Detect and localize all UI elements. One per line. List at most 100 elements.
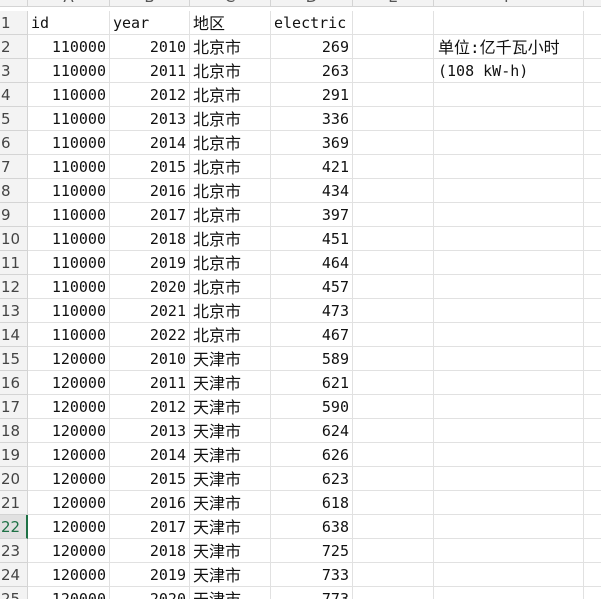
empty-cell[interactable] — [434, 515, 584, 539]
empty-cell[interactable] — [353, 131, 434, 155]
cell-region[interactable]: 北京市 — [190, 275, 271, 299]
cell-year[interactable]: 2020 — [110, 587, 190, 599]
cell-electric[interactable]: 725 — [271, 539, 353, 563]
empty-cell[interactable] — [584, 251, 601, 275]
cell-id[interactable]: 110000 — [28, 107, 110, 131]
empty-cell[interactable] — [434, 227, 584, 251]
empty-cell[interactable] — [584, 395, 601, 419]
empty-cell[interactable] — [353, 203, 434, 227]
row-header[interactable]: 7 — [0, 155, 28, 179]
empty-cell[interactable] — [584, 491, 601, 515]
empty-cell[interactable] — [584, 227, 601, 251]
unit-note-line1[interactable]: 单位:亿千瓦小时 — [434, 35, 584, 59]
cell-id[interactable]: 120000 — [28, 395, 110, 419]
cell-region[interactable]: 天津市 — [190, 419, 271, 443]
row-header[interactable]: 21 — [0, 491, 28, 515]
empty-cell[interactable] — [434, 539, 584, 563]
empty-cell[interactable] — [584, 323, 601, 347]
row-header[interactable]: 25 — [0, 587, 28, 599]
cell-electric[interactable]: 336 — [271, 107, 353, 131]
cell-id[interactable]: 110000 — [28, 203, 110, 227]
cell-id[interactable]: 120000 — [28, 467, 110, 491]
cell-electric[interactable]: 733 — [271, 563, 353, 587]
empty-cell[interactable] — [353, 179, 434, 203]
empty-cell[interactable] — [584, 467, 601, 491]
cell-id[interactable]: 120000 — [28, 587, 110, 599]
cell-id[interactable]: 120000 — [28, 563, 110, 587]
cell-year[interactable]: 2015 — [110, 155, 190, 179]
cell-region[interactable]: 天津市 — [190, 371, 271, 395]
empty-cell[interactable] — [584, 35, 601, 59]
empty-cell[interactable] — [584, 59, 601, 83]
cell-region[interactable]: 天津市 — [190, 563, 271, 587]
empty-cell[interactable] — [584, 179, 601, 203]
row-header[interactable]: 19 — [0, 443, 28, 467]
empty-cell[interactable] — [353, 539, 434, 563]
empty-cell[interactable] — [584, 371, 601, 395]
row-header[interactable]: 4 — [0, 83, 28, 107]
cell-id[interactable]: 110000 — [28, 227, 110, 251]
cell-region[interactable]: 天津市 — [190, 395, 271, 419]
cell-electric[interactable]: 369 — [271, 131, 353, 155]
empty-cell[interactable] — [434, 107, 584, 131]
row-header[interactable]: 15 — [0, 347, 28, 371]
empty-cell[interactable] — [353, 467, 434, 491]
cell-electric[interactable]: 618 — [271, 491, 353, 515]
cell-year[interactable]: 2021 — [110, 299, 190, 323]
cell-region[interactable]: 北京市 — [190, 251, 271, 275]
empty-cell[interactable] — [584, 155, 601, 179]
empty-cell[interactable] — [434, 275, 584, 299]
cell-year[interactable]: 2022 — [110, 323, 190, 347]
cell-electric[interactable]: 269 — [271, 35, 353, 59]
row-header[interactable]: 12 — [0, 275, 28, 299]
cell-region[interactable]: 北京市 — [190, 107, 271, 131]
empty-cell[interactable] — [584, 515, 601, 539]
empty-cell[interactable] — [434, 251, 584, 275]
empty-cell[interactable] — [434, 179, 584, 203]
cell-year[interactable]: 2018 — [110, 539, 190, 563]
empty-cell[interactable] — [434, 587, 584, 599]
empty-cell[interactable] — [353, 587, 434, 599]
cell-electric[interactable]: 621 — [271, 371, 353, 395]
cell-year[interactable]: 2014 — [110, 443, 190, 467]
empty-cell[interactable] — [353, 107, 434, 131]
row-header[interactable]: 18 — [0, 419, 28, 443]
empty-cell[interactable] — [434, 467, 584, 491]
empty-cell[interactable] — [434, 203, 584, 227]
empty-cell[interactable] — [584, 587, 601, 599]
cell-year[interactable]: 2017 — [110, 203, 190, 227]
row-header[interactable]: 17 — [0, 395, 28, 419]
empty-cell[interactable] — [353, 83, 434, 107]
empty-cell[interactable] — [434, 419, 584, 443]
cell-id[interactable]: 120000 — [28, 371, 110, 395]
cell-electric[interactable]: 451 — [271, 227, 353, 251]
cell-region[interactable]: 北京市 — [190, 179, 271, 203]
cell-year[interactable]: 2020 — [110, 275, 190, 299]
column-header-e[interactable]: E — [353, 0, 434, 6]
empty-cell[interactable] — [353, 371, 434, 395]
row-header[interactable]: 5 — [0, 107, 28, 131]
cell-electric[interactable]: 624 — [271, 419, 353, 443]
row-header[interactable]: 24 — [0, 563, 28, 587]
empty-cell[interactable] — [353, 347, 434, 371]
empty-cell[interactable] — [584, 419, 601, 443]
column-header-a[interactable]: A — [28, 0, 110, 6]
cell-electric[interactable]: 467 — [271, 323, 353, 347]
column-header-f[interactable]: F — [434, 0, 584, 6]
cell-id[interactable]: 110000 — [28, 299, 110, 323]
empty-cell[interactable] — [584, 107, 601, 131]
column-header-c[interactable]: C — [190, 0, 271, 6]
cell-id[interactable]: 110000 — [28, 155, 110, 179]
empty-cell[interactable] — [584, 443, 601, 467]
empty-cell[interactable] — [584, 539, 601, 563]
empty-cell[interactable] — [434, 155, 584, 179]
column-header-d[interactable]: D — [271, 0, 353, 6]
cell-region[interactable]: 天津市 — [190, 443, 271, 467]
empty-cell[interactable] — [353, 299, 434, 323]
cell-id[interactable]: 110000 — [28, 83, 110, 107]
cell-id[interactable]: 120000 — [28, 443, 110, 467]
cell-electric[interactable]: 590 — [271, 395, 353, 419]
row-header[interactable]: 13 — [0, 299, 28, 323]
cell-year[interactable]: 2016 — [110, 179, 190, 203]
column-header-b[interactable]: B — [110, 0, 190, 6]
